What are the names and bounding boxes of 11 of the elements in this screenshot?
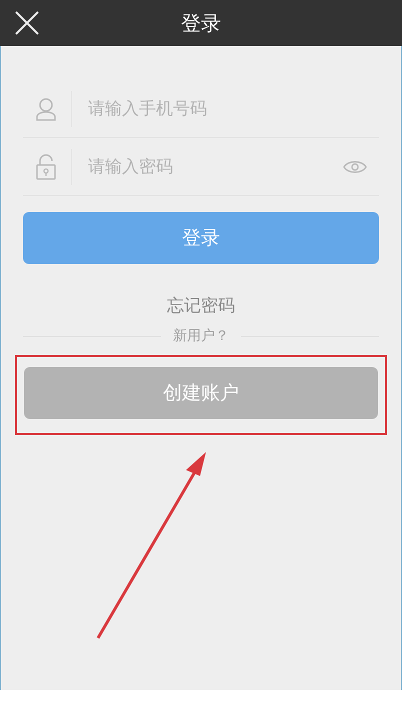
window-title: 登录 xyxy=(181,10,221,36)
forgot-password-link[interactable]: 忘记密码 xyxy=(167,294,235,317)
new-user-label: 新用户？ xyxy=(173,327,229,345)
unlocked-padlock-icon xyxy=(35,154,57,180)
person-icon xyxy=(35,96,57,120)
create-account-button[interactable]: 创建账户 xyxy=(24,367,378,419)
login-button[interactable]: 登录 xyxy=(23,212,379,264)
password-field[interactable]: 请输入密码 xyxy=(86,156,329,178)
phone-field[interactable]: 请输入手机号码 xyxy=(86,98,367,120)
close-button[interactable] xyxy=(14,10,40,36)
close-icon xyxy=(14,10,40,36)
